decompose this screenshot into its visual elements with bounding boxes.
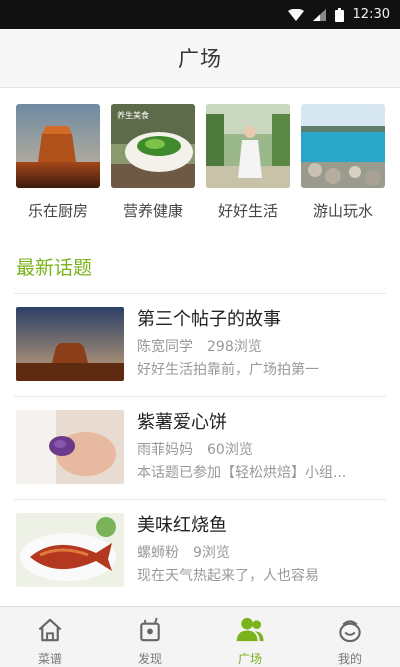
woman-garden-photo-icon bbox=[206, 104, 290, 188]
tab-label: 我的 bbox=[337, 652, 362, 666]
battery-icon bbox=[334, 7, 344, 22]
category-nutrition[interactable]: 养生美食 营养健康 bbox=[110, 104, 196, 221]
category-label: 营养健康 bbox=[122, 202, 183, 220]
tab-discover[interactable]: 发现 bbox=[100, 607, 200, 667]
list-item[interactable]: 紫薯爱心饼 雨菲妈妈 60浏览 本话题已参加【轻松烘焙】小组... bbox=[0, 396, 400, 499]
divider bbox=[14, 396, 386, 397]
overlay-text: 养生美食 bbox=[117, 110, 149, 120]
status-bar: 12:30 bbox=[0, 0, 400, 29]
mesa-photo-icon bbox=[16, 104, 100, 188]
profile-icon bbox=[339, 620, 361, 643]
discover-icon bbox=[140, 617, 160, 642]
divider bbox=[14, 499, 386, 500]
topic-title: 第三个帖子的故事 bbox=[137, 309, 281, 330]
category-label: 乐在厨房 bbox=[27, 202, 88, 220]
lake-photo-icon bbox=[301, 104, 385, 188]
topic-title: 美味红烧鱼 bbox=[137, 515, 227, 536]
topic-thumbnail bbox=[16, 307, 124, 381]
tab-mine[interactable]: 我的 bbox=[300, 607, 400, 667]
tab-label: 菜谱 bbox=[37, 652, 62, 666]
topic-views: 60浏览 bbox=[207, 442, 253, 458]
topic-views: 9浏览 bbox=[193, 545, 230, 561]
home-icon bbox=[38, 618, 62, 642]
wifi-icon bbox=[287, 8, 304, 21]
category-life[interactable]: 好好生活 bbox=[205, 104, 291, 221]
category-row: 乐在厨房 养生美食 营养健康 好好生活 游山玩水 bbox=[0, 100, 400, 230]
list-item[interactable]: 第三个帖子的故事 陈宽同学 298浏览 好好生活拍靠前，广场拍第一 bbox=[0, 293, 400, 396]
signal-icon bbox=[312, 8, 326, 21]
section-title: 最新话题 bbox=[16, 257, 93, 279]
people-icon bbox=[236, 617, 264, 642]
topic-meta: 螺蛳粉 9浏览 bbox=[137, 542, 230, 562]
topic-excerpt: 本话题已参加【轻松烘焙】小组... bbox=[137, 465, 347, 481]
tab-recipes[interactable]: 菜谱 bbox=[0, 607, 100, 667]
topic-author: 陈宽同学 bbox=[137, 339, 193, 355]
topic-thumbnail bbox=[16, 513, 124, 587]
category-label: 游山玩水 bbox=[312, 202, 373, 220]
divider bbox=[14, 293, 386, 294]
category-label: 好好生活 bbox=[217, 202, 278, 220]
clock: 12:30 bbox=[352, 7, 390, 22]
page-title: 广场 bbox=[178, 47, 222, 71]
topic-views: 298浏览 bbox=[207, 339, 262, 355]
status-icons: 12:30 bbox=[287, 0, 390, 29]
tab-label: 广场 bbox=[237, 652, 262, 666]
tab-bar: 菜谱 发现 广场 我的 bbox=[0, 606, 400, 667]
list-item[interactable]: 美味红烧鱼 螺蛳粉 9浏览 现在天气热起来了，人也容易 bbox=[0, 499, 400, 602]
salad-bowl-photo-icon: 养生美食 bbox=[111, 104, 195, 188]
topic-excerpt: 现在天气热起来了，人也容易 bbox=[137, 568, 319, 584]
topic-meta: 陈宽同学 298浏览 bbox=[137, 336, 262, 356]
category-travel[interactable]: 游山玩水 bbox=[300, 104, 386, 221]
category-kitchen[interactable]: 乐在厨房 bbox=[15, 104, 101, 221]
topic-title: 紫薯爱心饼 bbox=[137, 412, 227, 433]
topic-author: 雨菲妈妈 bbox=[137, 442, 193, 458]
topic-excerpt: 好好生活拍靠前，广场拍第一 bbox=[137, 362, 319, 378]
topic-thumbnail bbox=[16, 410, 124, 484]
app-header: 广场 bbox=[0, 29, 400, 88]
tab-label: 发现 bbox=[137, 652, 162, 666]
tab-square[interactable]: 广场 bbox=[200, 607, 300, 667]
topic-meta: 雨菲妈妈 60浏览 bbox=[137, 439, 253, 459]
topic-author: 螺蛳粉 bbox=[137, 545, 179, 561]
